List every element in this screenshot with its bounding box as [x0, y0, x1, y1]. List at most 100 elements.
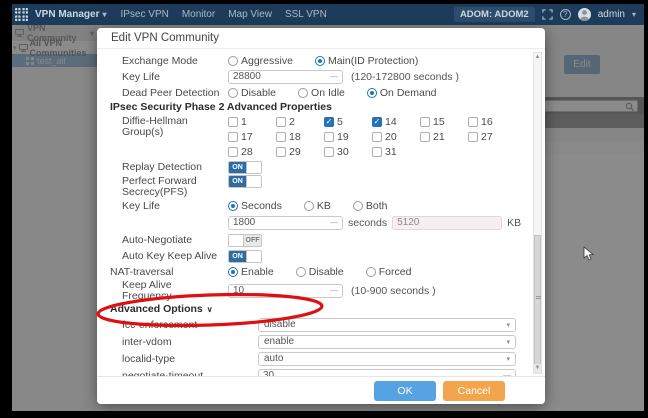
- dh-group-checkbox-5[interactable]: ✓5: [324, 116, 372, 128]
- dh-group-checkbox-18[interactable]: 18: [276, 131, 324, 143]
- phase2-section-header: IPsec Security Phase 2 Advanced Properti…: [97, 100, 545, 114]
- toggle-on[interactable]: ON: [228, 161, 262, 174]
- radio-option-on-demand[interactable]: On Demand: [367, 87, 437, 99]
- radio-option-aggressive[interactable]: Aggressive: [228, 55, 293, 67]
- dh-group-checkbox-1[interactable]: 1: [228, 116, 276, 128]
- radio-option-disable[interactable]: Disable: [228, 87, 276, 99]
- checkbox-icon: [276, 117, 286, 127]
- stepper-icon[interactable]: —: [330, 72, 338, 81]
- dialog-body: Exchange Mode AggressiveMain(ID Protecti…: [97, 48, 545, 376]
- dh-group-checkbox-28[interactable]: 28: [228, 146, 276, 158]
- app-window: VPN Manager ▾ IPsec VPN Monitor Map View SS…: [12, 4, 644, 411]
- dh-group-checkbox-19[interactable]: 19: [324, 131, 372, 143]
- field-dh-groups: Diffie-Hellman Group(s) 12✓5✓14151617181…: [97, 114, 545, 159]
- scroll-down-icon[interactable]: ▼: [534, 364, 541, 373]
- fcc-enforcement-select[interactable]: disable▾: [258, 318, 516, 332]
- radio-option-disable[interactable]: Disable: [296, 266, 344, 278]
- radio-option-seconds[interactable]: Seconds: [228, 200, 282, 212]
- toggle-off[interactable]: OFF: [228, 234, 262, 247]
- radio-option-both[interactable]: Both: [353, 200, 388, 212]
- toggle-state-label: ON: [229, 162, 246, 173]
- toggle-on[interactable]: ON: [228, 250, 262, 263]
- nav-item-monitor[interactable]: Monitor: [182, 9, 215, 20]
- radio-option-main-id-protection-[interactable]: Main(ID Protection): [315, 55, 418, 67]
- fullscreen-icon[interactable]: [542, 9, 553, 20]
- dh-group-checkbox-grid: 12✓5✓14 15 16 1718192021 27 2829 30 31: [228, 114, 516, 159]
- field-label: localid-type: [122, 353, 258, 365]
- negotiate-timeout-input[interactable]: 30—: [258, 369, 516, 377]
- radio-label: KB: [317, 200, 331, 212]
- field-label: NAT-traversal: [110, 266, 228, 278]
- nav-item-ssl-vpn[interactable]: SSL VPN: [285, 9, 327, 20]
- radio-option-kb[interactable]: KB: [304, 200, 331, 212]
- field-label: Replay Detection: [122, 161, 228, 173]
- scroll-up-icon[interactable]: ▲: [534, 53, 541, 62]
- advanced-options-header[interactable]: Advanced Options ∨: [97, 302, 545, 316]
- checkbox-icon: [420, 117, 430, 127]
- help-icon[interactable]: ?: [560, 9, 571, 20]
- advanced-row-negotiate-timeout: negotiate-timeout30—: [97, 367, 545, 376]
- scrollbar-thumb[interactable]: [534, 235, 541, 365]
- radio-label: Disable: [309, 266, 344, 278]
- toggle-on[interactable]: ON: [228, 175, 262, 188]
- ok-button[interactable]: OK: [374, 381, 436, 401]
- checkbox-icon: [228, 117, 238, 127]
- stepper-icon[interactable]: —: [330, 218, 338, 227]
- app-grid-icon[interactable]: [15, 8, 28, 21]
- avatar[interactable]: [578, 8, 591, 21]
- dh-group-checkbox-29[interactable]: 29: [276, 146, 324, 158]
- checkbox-label: 15: [433, 116, 445, 128]
- dh-group-checkbox-31[interactable]: 31: [372, 146, 420, 158]
- dh-group-checkbox-21[interactable]: 21: [420, 131, 468, 143]
- checkbox-icon: [276, 147, 286, 157]
- radio-icon: [228, 201, 238, 211]
- nav-item-ipsec-vpn[interactable]: IPsec VPN: [120, 9, 168, 20]
- top-nav-bar: VPN Manager ▾ IPsec VPN Monitor Map View SS…: [12, 4, 644, 25]
- radio-icon: [367, 88, 377, 98]
- key-life-seconds-input[interactable]: 1800 —: [228, 216, 343, 230]
- exchange-mode-radios: Aggressive Main(ID Protection): [228, 55, 430, 67]
- scrollbar-grip: [536, 296, 541, 299]
- dh-group-checkbox-2[interactable]: 2: [276, 116, 324, 128]
- radio-label: Forced: [379, 266, 412, 278]
- radio-icon: [228, 88, 238, 98]
- inter-vdom-select[interactable]: enable▾: [258, 335, 516, 349]
- dialog-scrollbar[interactable]: ▲ ▼: [533, 52, 542, 374]
- radio-icon: [298, 88, 308, 98]
- checkbox-label: 27: [481, 131, 493, 143]
- dh-group-checkbox-16[interactable]: 16: [468, 116, 516, 128]
- stepper-icon[interactable]: —: [330, 286, 338, 295]
- radio-option-forced[interactable]: Forced: [366, 266, 412, 278]
- field-nat-traversal: NAT-traversal Enable Disable Forced: [97, 264, 545, 279]
- chevron-down-icon: ▾: [506, 338, 510, 346]
- checkbox-icon: [228, 132, 238, 142]
- radio-option-enable[interactable]: Enable: [228, 266, 274, 278]
- field-label: Dead Peer Detection: [122, 87, 228, 99]
- toggle-knob: [246, 251, 261, 262]
- cancel-button[interactable]: Cancel: [443, 381, 505, 401]
- chevron-down-icon: ▾: [506, 355, 510, 363]
- field-auto-negotiate: Auto-Negotiate OFF: [97, 232, 545, 248]
- radio-label: Enable: [241, 266, 274, 278]
- adom-selector[interactable]: ADOM: ADOM2: [454, 7, 535, 22]
- checkbox-icon: ✓: [324, 117, 334, 127]
- field-pfs: Perfect Forward Secrecy(PFS) ON: [97, 175, 545, 199]
- radio-label: Disable: [241, 87, 276, 99]
- nav-item-map-view[interactable]: Map View: [228, 9, 272, 20]
- keep-alive-frequency-hint: (10-900 seconds ): [351, 285, 436, 297]
- localid-type-select[interactable]: auto▾: [258, 352, 516, 366]
- dh-group-checkbox-17[interactable]: 17: [228, 131, 276, 143]
- dh-group-checkbox-15[interactable]: 15: [420, 116, 468, 128]
- keep-alive-frequency-input[interactable]: 10 —: [228, 284, 343, 298]
- dh-group-checkbox-30[interactable]: 30: [324, 146, 372, 158]
- radio-option-on-idle[interactable]: On Idle: [298, 87, 345, 99]
- dh-group-checkbox-27[interactable]: 27: [468, 131, 516, 143]
- user-menu[interactable]: admin: [598, 9, 625, 20]
- field-label: Auto-Negotiate: [122, 234, 228, 246]
- brand-menu[interactable]: VPN Manager ▾: [35, 9, 106, 20]
- dh-group-checkbox-14[interactable]: ✓14: [372, 116, 420, 128]
- dh-group-checkbox-20[interactable]: 20: [372, 131, 420, 143]
- key-life-input[interactable]: 28800 —: [228, 70, 343, 84]
- checkbox-label: 30: [337, 146, 349, 158]
- field-key-life-values: 1800 — seconds 5120 KB: [97, 213, 545, 232]
